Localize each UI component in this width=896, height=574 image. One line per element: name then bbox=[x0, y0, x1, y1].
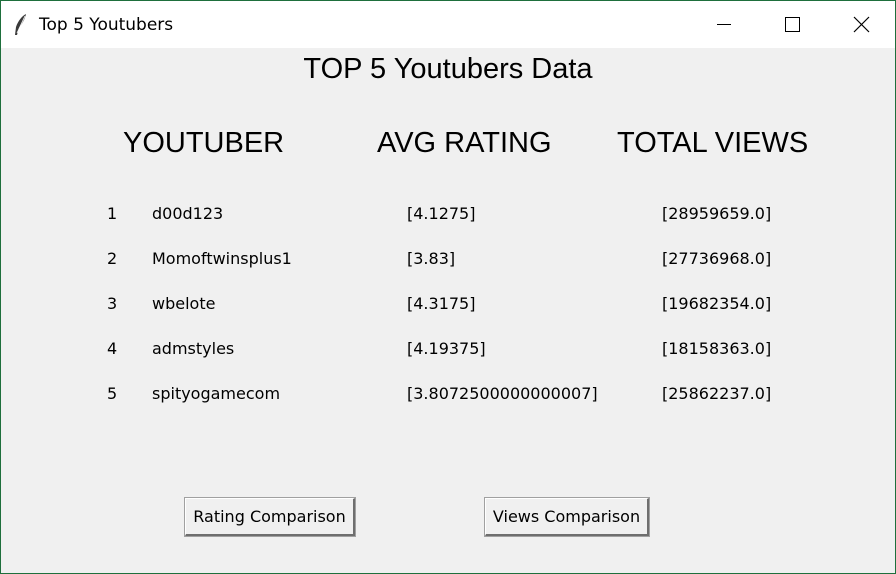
maximize-button[interactable] bbox=[757, 1, 827, 48]
row-avg-rating: [3.83] bbox=[407, 249, 456, 268]
row-youtuber-name: admstyles bbox=[152, 339, 235, 358]
row-rank: 1 bbox=[107, 204, 118, 223]
close-button[interactable] bbox=[827, 1, 896, 48]
window-title: Top 5 Youtubers bbox=[39, 15, 174, 35]
row-rank: 4 bbox=[107, 339, 118, 358]
close-icon bbox=[853, 16, 870, 33]
row-avg-rating: [4.3175] bbox=[407, 294, 476, 313]
row-avg-rating: [4.1275] bbox=[407, 204, 476, 223]
maximize-icon bbox=[785, 17, 800, 32]
rating-comparison-button[interactable]: Rating Comparison bbox=[184, 497, 356, 537]
minimize-button[interactable] bbox=[689, 1, 759, 48]
row-avg-rating: [3.8072500000000007] bbox=[407, 384, 598, 403]
app-window: Top 5 Youtubers TOP 5 Youtubers Data YOU… bbox=[0, 0, 896, 574]
feather-icon bbox=[13, 13, 29, 37]
row-youtuber-name: Momoftwinsplus1 bbox=[152, 249, 292, 268]
row-total-views: [27736968.0] bbox=[662, 249, 772, 268]
row-total-views: [28959659.0] bbox=[662, 204, 772, 223]
page-title: TOP 5 Youtubers Data bbox=[303, 53, 593, 85]
column-header-youtuber: YOUTUBER bbox=[123, 127, 285, 159]
column-header-avg-rating: AVG RATING bbox=[377, 127, 552, 159]
minimize-icon bbox=[717, 24, 731, 25]
row-rank: 2 bbox=[107, 249, 118, 268]
row-total-views: [18158363.0] bbox=[662, 339, 772, 358]
title-bar[interactable]: Top 5 Youtubers bbox=[1, 1, 895, 48]
row-youtuber-name: spityogamecom bbox=[152, 384, 281, 403]
views-comparison-button[interactable]: Views Comparison bbox=[484, 497, 650, 537]
row-youtuber-name: wbelote bbox=[152, 294, 216, 313]
row-youtuber-name: d00d123 bbox=[152, 204, 224, 223]
row-avg-rating: [4.19375] bbox=[407, 339, 486, 358]
column-header-total-views: TOTAL VIEWS bbox=[617, 127, 809, 159]
row-rank: 5 bbox=[107, 384, 118, 403]
row-rank: 3 bbox=[107, 294, 118, 313]
row-total-views: [25862237.0] bbox=[662, 384, 772, 403]
row-total-views: [19682354.0] bbox=[662, 294, 772, 313]
